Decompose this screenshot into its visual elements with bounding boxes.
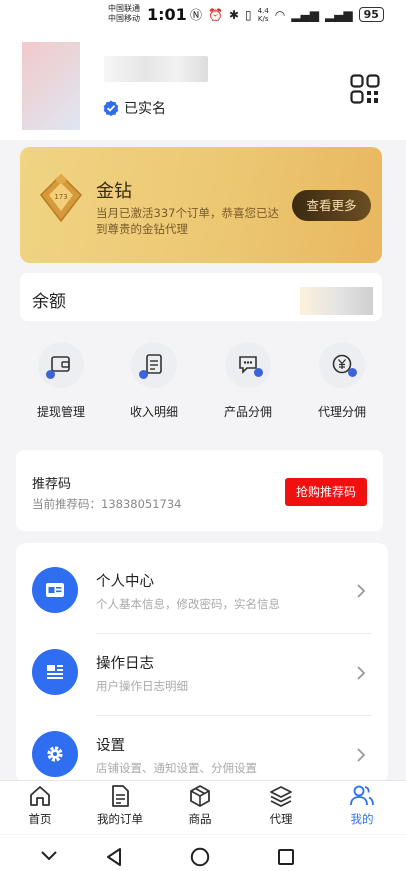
nfc-icon: Ⓝ bbox=[190, 8, 203, 22]
avatar[interactable] bbox=[22, 42, 80, 130]
signal-5g-icon: ▂▄▆ bbox=[324, 7, 353, 22]
clock: 1:01 bbox=[147, 5, 187, 24]
buy-referral-code-button[interactable]: 抢购推荐码 bbox=[285, 478, 367, 506]
qr-code-icon[interactable] bbox=[350, 74, 380, 104]
verified-badge-icon bbox=[103, 100, 119, 116]
balance-value-redacted bbox=[300, 287, 373, 315]
quick-action-withdraw[interactable]: 提现管理 bbox=[23, 342, 99, 420]
menu-list: 个人中心 个人基本信息，修改密码，实名信息 操作日志 用户操作日志明细 设置 店… bbox=[16, 543, 388, 783]
chevron-right-icon bbox=[357, 584, 366, 598]
menu-item-title: 操作日志 bbox=[96, 656, 154, 672]
tab-label: 我的订单 bbox=[97, 812, 143, 826]
balance-label: 余额 bbox=[32, 292, 66, 312]
carrier-2: 中国移动 bbox=[108, 14, 140, 23]
recents-square-icon[interactable] bbox=[277, 848, 295, 866]
receipt-icon bbox=[131, 342, 177, 388]
menu-item-profile-center[interactable]: 个人中心 个人基本信息，修改密码，实名信息 bbox=[16, 543, 388, 625]
quick-action-label: 产品分佣 bbox=[223, 405, 272, 419]
signal-4g-icon: ▂▄▆ bbox=[291, 7, 319, 22]
tab-mine[interactable]: 我的 bbox=[322, 784, 402, 827]
order-icon bbox=[112, 785, 129, 807]
menu-item-subtitle: 店铺设置、通知设置、分佣设置 bbox=[96, 761, 257, 775]
quick-action-label: 提现管理 bbox=[36, 405, 85, 419]
menu-item-settings[interactable]: 设置 店铺设置、通知设置、分佣设置 bbox=[16, 707, 388, 783]
user-icon bbox=[350, 785, 374, 806]
home-icon bbox=[30, 786, 50, 806]
net-speed-value: 4.4 bbox=[257, 6, 269, 15]
view-more-button[interactable]: 查看更多 bbox=[292, 190, 371, 221]
chat-icon bbox=[225, 342, 271, 388]
carrier-info: 中国联通 中国移动 bbox=[108, 4, 140, 24]
receipt-dot bbox=[139, 370, 148, 379]
status-bar: 中国联通 中国移动 1:01 Ⓝ ⏰ ✱ ▯ 4.4 K/s ◠ ▂▄▆ ▂▄▆… bbox=[0, 0, 406, 30]
chevron-right-icon bbox=[357, 748, 366, 762]
quick-action-label: 代理分佣 bbox=[317, 405, 366, 419]
quick-action-agent-commission[interactable]: 代理分佣 bbox=[304, 342, 380, 420]
chevron-down-icon[interactable] bbox=[40, 850, 58, 862]
menu-item-operation-log[interactable]: 操作日志 用户操作日志明细 bbox=[16, 625, 388, 707]
status-icons: Ⓝ ⏰ ✱ ▯ 4.4 K/s ◠ ▂▄▆ ▂▄▆ 95 bbox=[190, 6, 384, 23]
bluetooth-icon: ✱ bbox=[228, 7, 240, 22]
menu-item-subtitle: 个人基本信息，修改密码，实名信息 bbox=[96, 597, 280, 611]
tab-label: 首页 bbox=[28, 812, 52, 826]
net-speed: 4.4 K/s bbox=[258, 7, 269, 23]
home-circle-icon[interactable] bbox=[190, 847, 210, 867]
layers-icon bbox=[270, 786, 292, 807]
profile-card-icon bbox=[32, 567, 78, 613]
menu-item-subtitle: 用户操作日志明细 bbox=[96, 679, 188, 693]
referral-current-code: 当前推荐码：13838051734 bbox=[32, 497, 182, 511]
verified-status: 已实名 bbox=[103, 98, 166, 118]
net-speed-unit: K/s bbox=[257, 14, 269, 23]
quick-action-label: 收入明细 bbox=[129, 405, 178, 419]
gold-level-description: 当月已激活337个订单，恭喜您已达到尊贵的金钻代理 bbox=[96, 206, 279, 236]
tab-label: 代理 bbox=[269, 812, 293, 826]
chat-dot bbox=[254, 368, 263, 377]
gold-level-title: 金钻 bbox=[96, 181, 132, 202]
yuan-icon bbox=[319, 342, 365, 388]
wallet-icon bbox=[38, 342, 84, 388]
tab-products[interactable]: 商品 bbox=[160, 784, 240, 827]
battery-indicator: 95 bbox=[358, 7, 384, 22]
log-icon bbox=[32, 649, 78, 695]
quick-action-product-commission[interactable]: 产品分佣 bbox=[210, 342, 286, 420]
tab-my-orders[interactable]: 我的订单 bbox=[80, 784, 160, 827]
yuan-dot bbox=[348, 368, 357, 377]
menu-item-title: 个人中心 bbox=[96, 574, 154, 590]
carrier-1: 中国联通 bbox=[108, 4, 140, 13]
box-icon bbox=[190, 785, 210, 807]
tab-label: 我的 bbox=[350, 812, 374, 826]
tab-agent[interactable]: 代理 bbox=[241, 784, 321, 827]
gold-badge-text: 173 bbox=[54, 193, 67, 201]
alarm-icon: ⏰ bbox=[208, 7, 223, 22]
wallet-dot bbox=[46, 370, 55, 379]
verified-label: 已实名 bbox=[124, 101, 166, 117]
gear-icon bbox=[32, 731, 78, 777]
vibrate-icon: ▯ bbox=[245, 7, 252, 22]
chevron-right-icon bbox=[357, 666, 366, 680]
gold-diamond-badge-icon: 173 bbox=[40, 173, 82, 223]
quick-action-income[interactable]: 收入明细 bbox=[116, 342, 192, 420]
tab-label: 商品 bbox=[188, 812, 212, 826]
tab-home[interactable]: 首页 bbox=[0, 784, 80, 827]
menu-item-title: 设置 bbox=[96, 738, 125, 754]
referral-title: 推荐码 bbox=[32, 477, 72, 492]
wifi-icon: ◠ bbox=[274, 7, 286, 22]
username-redacted bbox=[104, 56, 208, 82]
back-icon[interactable] bbox=[105, 847, 123, 867]
